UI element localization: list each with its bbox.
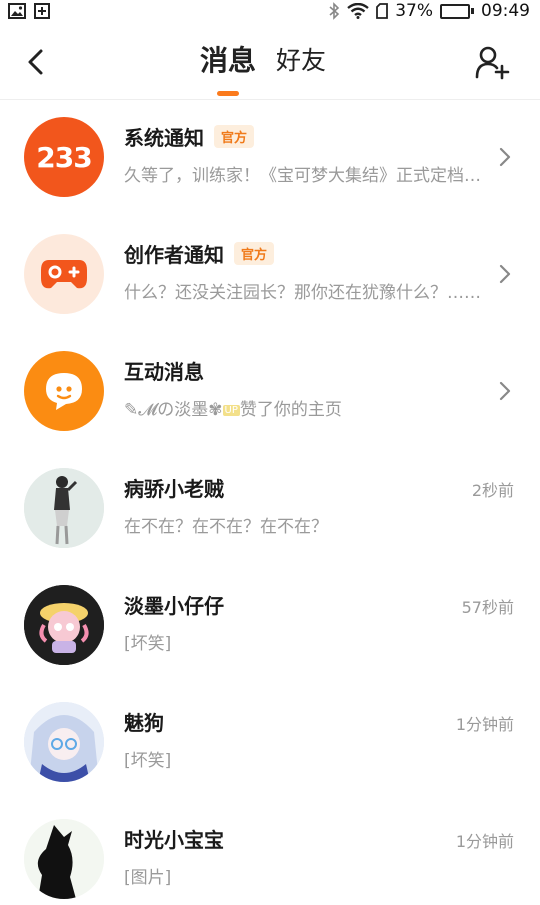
chat-bubble-icon [46, 373, 82, 410]
conversation-name: 创作者通知 [124, 243, 224, 267]
conversation-name: 淡墨小仔仔 [124, 594, 224, 618]
add-user-icon [475, 46, 510, 80]
message-time: 1分钟前 [455, 832, 514, 851]
conversation-name: 病骄小老贼 [124, 477, 224, 501]
battery-percent: 37% [395, 1, 433, 21]
up-tag: UP [222, 404, 240, 416]
avatar [24, 468, 104, 548]
tab-friends-label: 好友 [276, 46, 327, 75]
list-item-interaction-messages[interactable]: 互动消息 ✎𝓜の淡墨✾ UP 赞了你的主页 [0, 334, 540, 451]
official-badge: 官方 [214, 125, 255, 148]
list-item-chat[interactable]: 时光小宝宝 1分钟前 [图片] [0, 802, 540, 905]
message-preview: [坏笑] [124, 634, 172, 654]
bluetooth-icon [328, 2, 340, 20]
avatar: 233 [24, 117, 104, 197]
user-avatar-image [24, 585, 104, 665]
list-item-chat[interactable]: 魅狗 1分钟前 [坏笑] [0, 685, 540, 802]
list-item-chat[interactable]: 淡墨小仔仔 57秒前 [坏笑] [0, 568, 540, 685]
clock-time: 09:49 [481, 1, 530, 21]
message-preview: 久等了，训练家！《宝可梦大集结》正式定档…… [124, 166, 484, 186]
avatar [24, 234, 104, 314]
active-tab-indicator [217, 91, 239, 96]
user-avatar-image [24, 468, 104, 548]
message-time: 2秒前 [471, 481, 514, 500]
conversation-name: 魅狗 [124, 711, 164, 735]
avatar [24, 585, 104, 665]
list-item-creator-notification[interactable]: 创作者通知 官方 什么？还没关注园长？那你还在犹豫什么？…… [0, 217, 540, 334]
status-bar: 37% 09:49 [0, 0, 540, 22]
tab-friends[interactable]: 好友 [276, 44, 326, 78]
message-time: 1分钟前 [455, 715, 514, 734]
wifi-icon [347, 3, 369, 19]
chevron-right-icon [499, 147, 511, 167]
chevron-left-icon [28, 49, 43, 75]
tab-bar: 消息 好友 [200, 44, 326, 96]
message-preview: [图片] [124, 868, 172, 888]
message-preview: 什么？还没关注园长？那你还在犹豫什么？…… [124, 283, 481, 303]
sim-card-icon [376, 3, 389, 19]
conversation-name: 系统通知 [124, 126, 204, 150]
list-item-system-notification[interactable]: 233 系统通知 官方 久等了，训练家！《宝可梦大集结》正式定档…… [0, 100, 540, 217]
message-list: 233 系统通知 官方 久等了，训练家！《宝可梦大集结》正式定档…… 创作者通知… [0, 100, 540, 905]
avatar [24, 702, 104, 782]
message-preview: [坏笑] [124, 751, 172, 771]
add-box-notification-icon [34, 3, 50, 19]
avatar [24, 351, 104, 431]
nav-header: 消息 好友 [0, 22, 540, 100]
chevron-right-icon [499, 264, 511, 284]
image-notification-icon [8, 3, 26, 19]
message-preview: 在不在？在不在？在不在？ [124, 517, 328, 537]
interaction-action: 赞了你的主页 [239, 400, 342, 420]
battery-icon [440, 3, 474, 19]
list-item-chat[interactable]: 病骄小老贼 2秒前 在不在？在不在？在不在？ [0, 451, 540, 568]
conversation-name: 时光小宝宝 [124, 828, 224, 852]
user-avatar-image [24, 702, 104, 782]
tab-messages-label: 消息 [200, 44, 257, 77]
bilibili-233-logo: 233 [36, 140, 92, 174]
add-friend-button[interactable] [474, 44, 510, 80]
gamepad-icon [41, 260, 87, 289]
conversation-name: 互动消息 [124, 360, 204, 384]
message-time: 57秒前 [461, 598, 514, 617]
avatar [24, 819, 104, 899]
official-badge: 官方 [234, 242, 275, 265]
back-button[interactable] [18, 42, 52, 82]
interaction-sender: ✎𝓜の淡墨✾ [124, 400, 223, 420]
tab-messages[interactable]: 消息 [200, 44, 257, 96]
chevron-right-icon [499, 381, 511, 401]
user-avatar-image [24, 819, 104, 899]
message-preview: ✎𝓜の淡墨✾ UP 赞了你的主页 [124, 395, 484, 420]
